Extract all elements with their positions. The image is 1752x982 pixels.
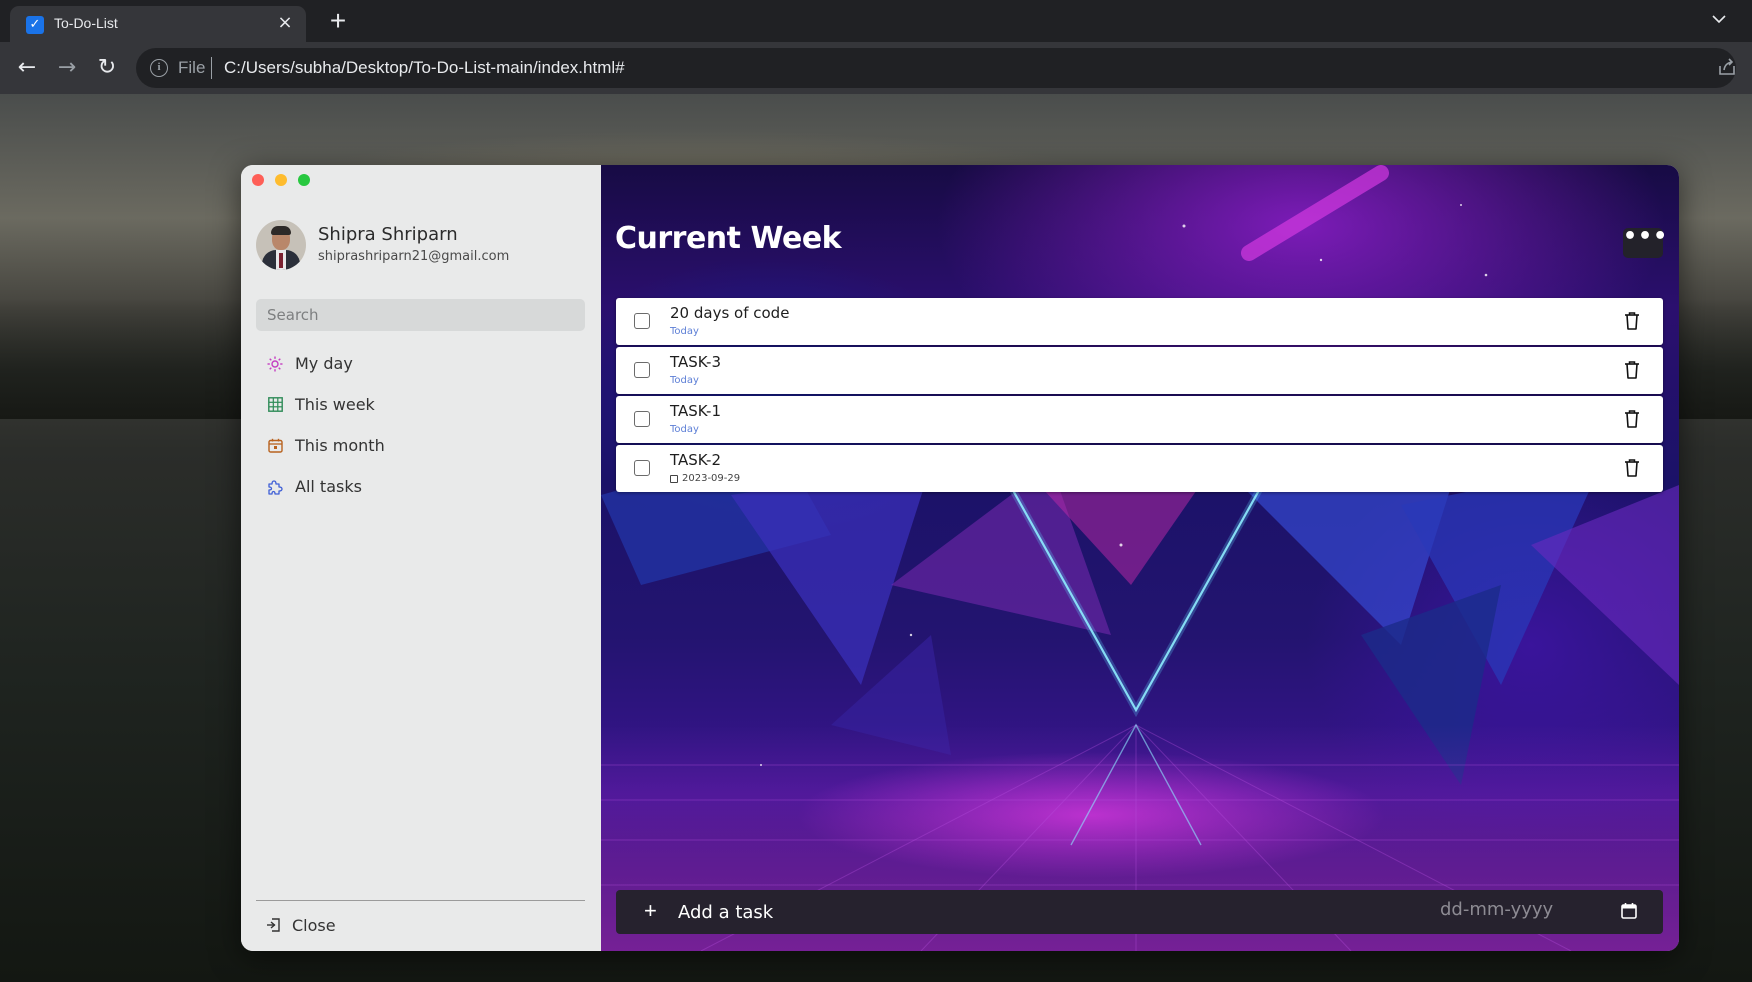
close-label: Close — [292, 915, 336, 935]
sidebar-item-my-day[interactable]: My day — [256, 343, 585, 384]
task-name: TASK-1 — [670, 402, 721, 420]
calendar-picker-icon[interactable] — [1620, 902, 1638, 920]
task-checkbox[interactable] — [634, 362, 650, 378]
avatar — [256, 220, 306, 270]
task-item[interactable]: TASK-2 2023-09-29 — [616, 445, 1663, 492]
trash-icon[interactable] — [1623, 409, 1641, 429]
site-info-icon[interactable]: i — [150, 59, 168, 77]
task-item[interactable]: TASK-3 Today — [616, 347, 1663, 394]
browser-tab-bar: ✓ To-Do-List × + — [0, 0, 1752, 42]
share-icon[interactable] — [1716, 56, 1738, 78]
sidebar-item-label: My day — [295, 354, 353, 373]
address-bar[interactable]: i File C:/Users/subha/Desktop/To-Do-List… — [136, 48, 1736, 88]
trash-icon[interactable] — [1623, 360, 1641, 380]
task-checkbox[interactable] — [634, 313, 650, 329]
reload-icon[interactable]: ↻ — [92, 54, 122, 84]
due-date-input[interactable]: dd-mm-yyyy — [1440, 899, 1580, 925]
sidebar-item-this-week[interactable]: This week — [256, 384, 585, 425]
sidebar-item-this-month[interactable]: This month — [256, 425, 585, 466]
task-due-label: Today — [670, 326, 699, 337]
trash-icon[interactable] — [1623, 311, 1641, 331]
grid-calendar-icon — [266, 396, 284, 414]
neon-background-art — [601, 165, 1679, 951]
trash-icon[interactable] — [1623, 458, 1641, 478]
task-name: 20 days of code — [670, 304, 790, 322]
url-separator — [211, 57, 212, 79]
back-arrow-icon[interactable]: ← — [12, 54, 42, 84]
task-checkbox[interactable] — [634, 411, 650, 427]
tab-close-icon[interactable]: × — [274, 12, 296, 34]
add-task-input[interactable] — [678, 897, 1378, 927]
task-list: 20 days of code Today TASK-3 Today TASK-… — [616, 298, 1663, 494]
task-item[interactable]: TASK-1 Today — [616, 396, 1663, 443]
task-due-date-text: 2023-09-29 — [682, 473, 741, 484]
user-email: shiprashriparn21@gmail.com — [318, 249, 510, 264]
sidebar-item-label: This week — [295, 395, 375, 414]
window-close-dot[interactable] — [252, 174, 264, 186]
plus-icon[interactable]: + — [644, 898, 657, 924]
task-due-label: Today — [670, 424, 699, 435]
search-input[interactable] — [256, 299, 585, 331]
tab-title: To-Do-List — [54, 15, 118, 31]
sun-icon — [266, 355, 284, 373]
task-checkbox[interactable] — [634, 460, 650, 476]
browser-tab[interactable]: ✓ To-Do-List × — [10, 6, 306, 42]
sidebar-menu: My day This week This month All tasks — [256, 343, 585, 507]
url-text[interactable]: C:/Users/subha/Desktop/To-Do-List-main/i… — [224, 58, 625, 78]
task-due-label: Today — [670, 375, 699, 386]
exit-door-icon — [267, 918, 280, 932]
close-button[interactable]: Close — [256, 908, 585, 942]
url-scheme: File — [178, 58, 206, 77]
window-maximize-dot[interactable] — [298, 174, 310, 186]
sidebar: Shipra Shriparn shiprashriparn21@gmail.c… — [241, 165, 601, 951]
forward-arrow-icon[interactable]: → — [52, 54, 82, 84]
add-task-bar: + dd-mm-yyyy — [616, 890, 1663, 934]
task-due-date: 2023-09-29 — [670, 473, 740, 484]
sidebar-item-all-tasks[interactable]: All tasks — [256, 466, 585, 507]
checkbox-favicon-icon: ✓ — [26, 16, 44, 34]
puzzle-icon — [266, 478, 284, 496]
more-options-button[interactable]: ••• — [1623, 226, 1667, 258]
sidebar-item-label: This month — [295, 436, 385, 455]
page-title: Current Week — [615, 221, 842, 256]
new-tab-button[interactable]: + — [322, 6, 354, 38]
main-panel: Current Week ••• 20 days of code Today T… — [601, 165, 1679, 951]
window-minimize-dot[interactable] — [275, 174, 287, 186]
small-calendar-icon — [670, 474, 678, 483]
sidebar-divider — [256, 900, 585, 901]
sidebar-item-label: All tasks — [295, 477, 362, 496]
tab-search-chevron-icon[interactable] — [1708, 8, 1730, 30]
task-item[interactable]: 20 days of code Today — [616, 298, 1663, 345]
task-name: TASK-2 — [670, 451, 721, 469]
todo-app-window: Shipra Shriparn shiprashriparn21@gmail.c… — [241, 165, 1679, 951]
user-name: Shipra Shriparn — [318, 224, 458, 245]
task-name: TASK-3 — [670, 353, 721, 371]
calendar-icon — [266, 437, 284, 455]
browser-toolbar: ← → ↻ i File C:/Users/subha/Desktop/To-D… — [0, 42, 1752, 94]
